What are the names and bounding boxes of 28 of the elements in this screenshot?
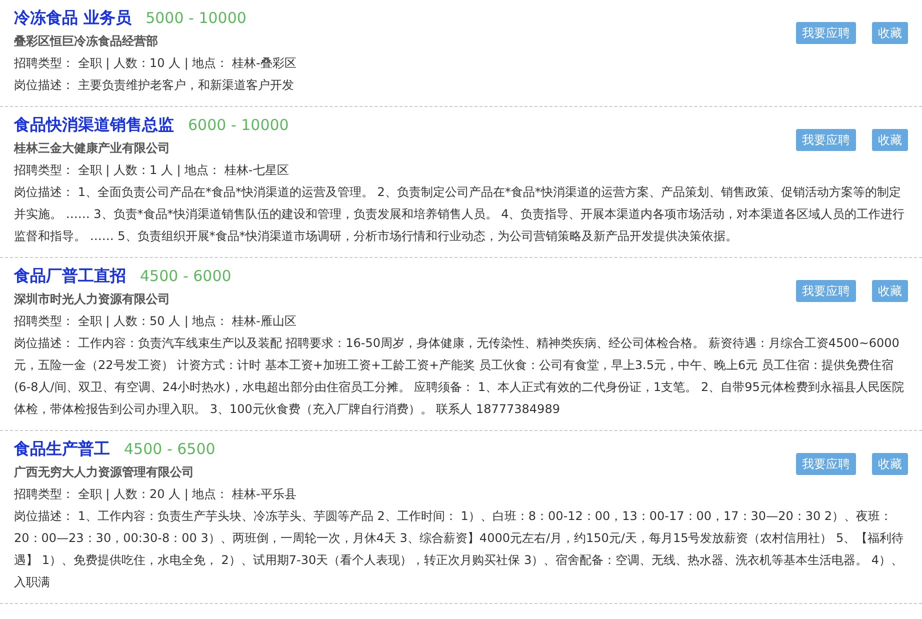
save-button[interactable]: 收藏 — [872, 280, 908, 302]
job-meta: 招聘类型： 全职 | 人数：1 人 | 地点： 桂林-七星区 — [14, 162, 290, 179]
job-description: 岗位描述： 主要负责维护老客户，和新渠道客户开发 — [14, 77, 295, 94]
apply-button[interactable]: 我要应聘 — [796, 280, 856, 302]
job-title-link[interactable]: 食品生产普工 — [14, 437, 110, 461]
save-button[interactable]: 收藏 — [872, 129, 908, 151]
company-name: 叠彩区恒巨冷冻食品经营部 — [14, 33, 159, 50]
job-description: 岗位描述： 工作内容：负责汽车线束生产以及装配 招聘要求：16-50周岁，身体健康，无传染性、精神类疾病、经公司体检合格。 薪资待遇：月综合工资4500~6000元，五险一金（22号发工资） 计资方式：计时 基本工资+加班工资+工龄工资+产能奖 员工伙食：公司有食堂，早上3.5元，中午、晚上6元 员工住宿：提供免费住宿(6-8人/间、双卫、有空调、24小时热水)，水电超出部分由住宿员工分摊。 应聘须备： 1、本人正式有效的二代身份证，1支笔。 2、自带95元体检费到永福县人民医院体检，带体检报告到公司办理入职。 3、100元伙食费（充入厂牌自行消费）。 联系人 18777384989 — [14, 335, 905, 418]
job-meta: 招聘类型： 全职 | 人数：10 人 | 地点： 桂林-叠彩区 — [14, 55, 298, 72]
job-title-link[interactable]: 食品厂普工直招 — [14, 264, 126, 288]
company-name: 桂林三金大健康产业有限公司 — [14, 140, 171, 157]
save-button[interactable]: 收藏 — [872, 22, 908, 44]
salary-range: 4500 - 6500 — [124, 439, 216, 460]
job-title-link[interactable]: 冷冻食品 业务员 — [14, 6, 132, 30]
salary-range: 6000 - 10000 — [188, 115, 289, 136]
job-description: 岗位描述： 1、全面负责公司产品在*食品*快消渠道的运营及管理。 2、负责制定公司产品在*食品*快消渠道的运营方案、产品策划、销售政策、促销活动方案等的制定并实施。 …… 3、负责*食品*快消渠道销售队伍的建设和管理，负责发展和培养销售人员。 4、负责指导、开展本渠道内各项市场活动，对本渠道各区域人员的工作进行监督和指导。 …… 5、负责组织开展*食品*快消渠道市场调研，分析市场行情和行业动态，为公司营销策略及新产品开发提供决策依据。 — [14, 184, 906, 245]
job-title-link[interactable]: 食品快消渠道销售总监 — [14, 113, 174, 137]
job-meta: 招聘类型： 全职 | 人数：20 人 | 地点： 桂林-平乐县 — [14, 486, 298, 503]
save-button[interactable]: 收藏 — [872, 453, 908, 475]
apply-button[interactable]: 我要应聘 — [796, 129, 856, 151]
company-name: 深圳市时光人力资源有限公司 — [14, 291, 171, 308]
company-name: 广西无穷大人力资源管理有限公司 — [14, 464, 195, 481]
apply-button[interactable]: 我要应聘 — [796, 22, 856, 44]
apply-button[interactable]: 我要应聘 — [796, 453, 856, 475]
salary-range: 5000 - 10000 — [146, 8, 246, 29]
job-meta: 招聘类型： 全职 | 人数：50 人 | 地点： 桂林-雁山区 — [14, 313, 298, 330]
salary-range: 4500 - 6000 — [140, 266, 232, 287]
job-description: 岗位描述： 1、工作内容：负责生产芋头块、冷冻芋头、芋圆等产品 2、工作时间： 1）、白班：8：00-12：00，13：00-17：00，17：30—20：30 2）、夜班：20：00—23：30，00:30-8：00 3）、两班倒，一周轮一次，月休4天 3、综合薪资】4000元左右/月，约150元/天，每月15号发放薪资（农村信用社） 5、【福利待遇】 1）、免费提供吃住，水电全免， 2）、试用期7-30天（看个人表现），转正次月购买社保 3）、宿舍配备：空调、无线、热水器、洗衣机等基本生活电器。 4）、入职满 — [14, 508, 905, 591]
